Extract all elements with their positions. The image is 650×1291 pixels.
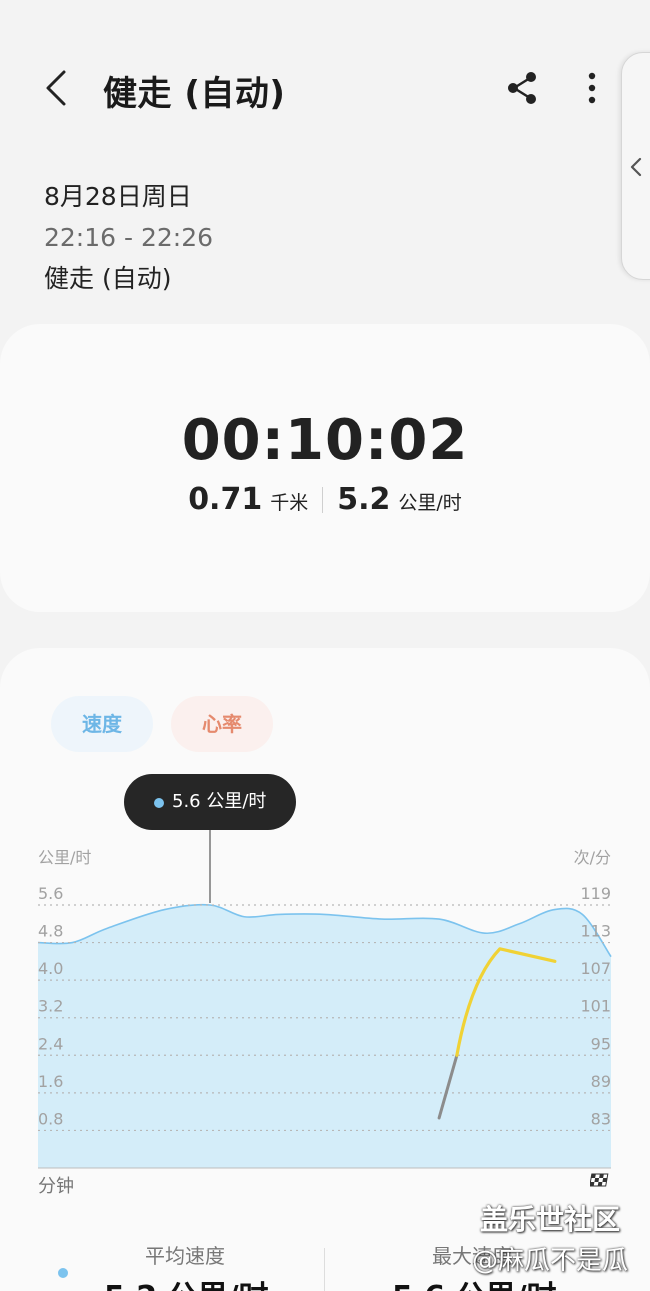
- chart-tooltip: 5.6 公里/时: [124, 774, 296, 830]
- avg-speed-value: 5.2 公里/时: [104, 1272, 269, 1291]
- left-tick-label: 3.2: [38, 997, 63, 1016]
- right-tick-label: 101: [580, 997, 611, 1016]
- speed-heart-rate-chart[interactable]: 公里/时 次/分 5.6 119 4.8 113 4.0 107 3.2 101 2.4 95 1.…: [0, 0, 650, 1291]
- speed-legend-dot: [58, 1268, 68, 1278]
- tooltip-text: 5.6 公里/时: [172, 791, 267, 812]
- avg-speed-label: 平均速度: [145, 1244, 225, 1268]
- finish-flag-icon: [590, 1173, 609, 1187]
- left-tick-label: 1.6: [38, 1072, 63, 1091]
- speed-series-dot: [154, 798, 164, 808]
- right-tick-label: 107: [580, 959, 611, 978]
- watermark-community: 盖乐世社区: [480, 1203, 621, 1236]
- right-tick-label: 83: [591, 1109, 611, 1128]
- right-tick-label: 113: [580, 922, 611, 941]
- left-tick-label: 0.8: [38, 1109, 63, 1128]
- watermark-user: @麻瓜不是瓜: [472, 1246, 629, 1276]
- right-axis-unit: 次/分: [574, 848, 611, 867]
- left-tick-label: 4.0: [38, 959, 63, 978]
- right-tick-label: 89: [591, 1072, 611, 1091]
- left-tick-label: 5.6: [38, 884, 63, 903]
- x-axis-unit: 分钟: [38, 1176, 74, 1197]
- speed-area: [38, 904, 611, 1168]
- speed-area-group: [37, 903, 612, 1168]
- right-tick-label: 95: [591, 1034, 611, 1053]
- left-axis-unit: 公里/时: [38, 848, 91, 867]
- left-tick-label: 2.4: [38, 1034, 63, 1053]
- left-tick-label: 4.8: [38, 922, 63, 941]
- summary-divider: [324, 1248, 325, 1291]
- right-tick-label: 119: [580, 884, 611, 903]
